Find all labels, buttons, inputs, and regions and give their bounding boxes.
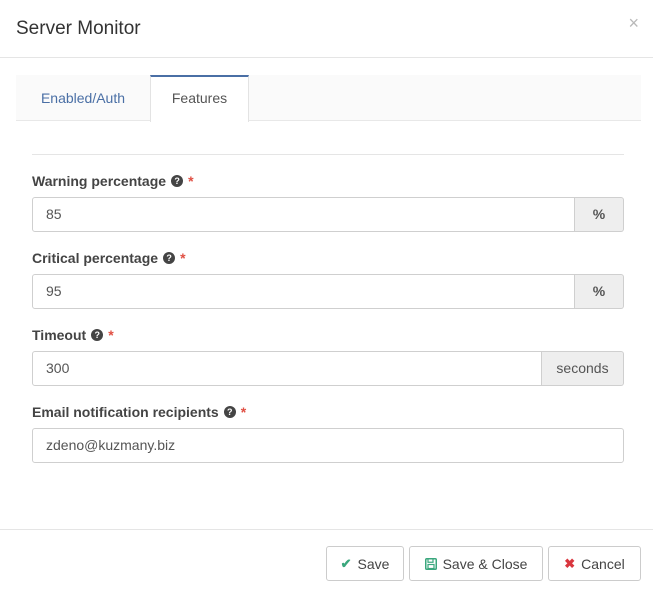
- critical-percentage-input[interactable]: 95: [32, 274, 575, 309]
- email-recipients-label: Email notification recipients ? *: [32, 404, 246, 420]
- warning-percentage-label: Warning percentage ? *: [32, 173, 194, 189]
- email-recipients-label-text: Email notification recipients: [32, 404, 219, 420]
- help-icon[interactable]: ?: [223, 406, 236, 418]
- timeout-label: Timeout ? *: [32, 327, 114, 343]
- modal-header: Server Monitor ×: [0, 0, 653, 58]
- seconds-addon: seconds: [542, 351, 624, 386]
- save-and-close-button-label: Save & Close: [442, 555, 528, 572]
- required-marker: *: [240, 404, 247, 420]
- required-marker: *: [108, 327, 114, 343]
- percent-addon: %: [575, 197, 624, 232]
- critical-percentage-label: Critical percentage ? *: [32, 250, 186, 266]
- save-and-close-button[interactable]: Save & Close: [409, 546, 543, 581]
- modal-footer: ✔ Save Save & Close ✖ Cancel: [0, 529, 653, 594]
- floppy-disk-icon: [424, 557, 437, 570]
- timeout-label-text: Timeout: [32, 327, 87, 343]
- warning-percentage-group: 85 %: [32, 197, 624, 232]
- timeout-group: 300 seconds: [32, 351, 624, 386]
- modal-title: Server Monitor: [16, 18, 141, 39]
- close-icon[interactable]: ×: [628, 14, 639, 32]
- tab-enabled-auth[interactable]: Enabled/Auth: [16, 75, 150, 121]
- required-marker: *: [180, 250, 186, 266]
- timeout-input[interactable]: 300: [32, 351, 542, 386]
- critical-percentage-label-text: Critical percentage: [32, 250, 159, 266]
- check-icon: ✔: [340, 555, 352, 571]
- help-icon[interactable]: ?: [91, 329, 104, 341]
- save-button-label: Save: [357, 555, 390, 572]
- warning-percentage-label-text: Warning percentage: [32, 173, 167, 189]
- required-marker: *: [188, 173, 194, 189]
- email-recipients-group: zdeno@kuzmany.biz: [32, 428, 624, 463]
- help-icon[interactable]: ?: [163, 252, 176, 264]
- percent-addon: %: [575, 274, 624, 309]
- warning-percentage-input[interactable]: 85: [32, 197, 575, 232]
- email-recipients-input[interactable]: zdeno@kuzmany.biz: [32, 428, 624, 463]
- modal-dialog: Server Monitor × Enabled/Auth Features W…: [0, 0, 653, 594]
- tab-features[interactable]: Features: [150, 75, 249, 122]
- cancel-button[interactable]: ✖ Cancel: [548, 546, 641, 581]
- help-icon[interactable]: ?: [171, 175, 184, 187]
- section-divider: [32, 154, 624, 155]
- tab-bar: Enabled/Auth Features: [16, 75, 641, 122]
- x-icon: ✖: [564, 555, 576, 571]
- cancel-button-label: Cancel: [581, 555, 625, 572]
- critical-percentage-group: 95 %: [32, 274, 624, 309]
- save-button[interactable]: ✔ Save: [326, 546, 404, 581]
